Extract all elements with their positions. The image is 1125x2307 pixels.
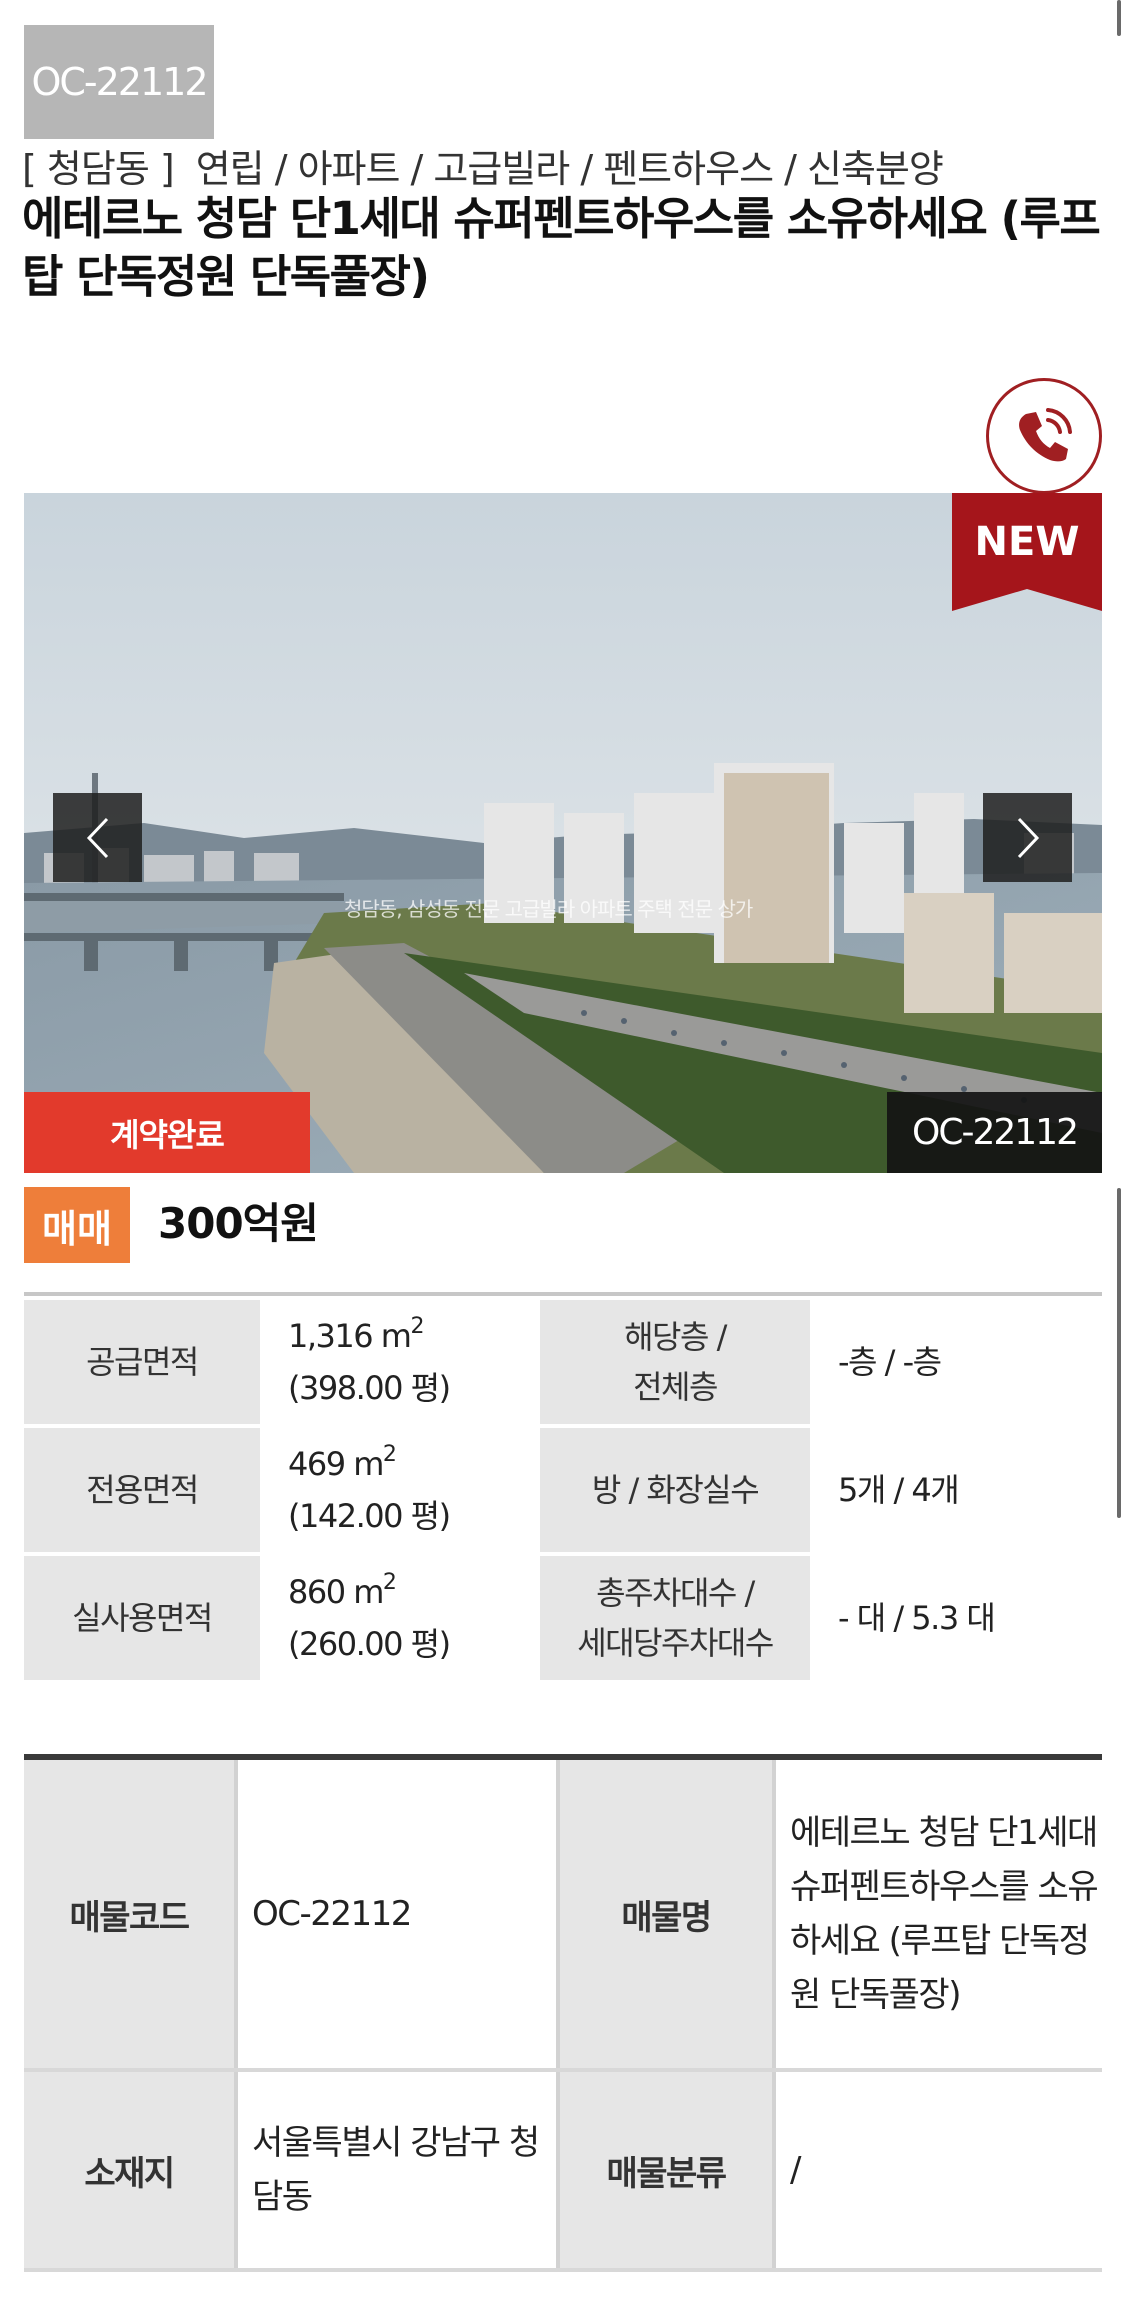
info-label: 매물명	[556, 1760, 776, 2072]
info-value: OC-22112	[236, 1760, 558, 2072]
spec-label-line: 해당층 /	[624, 1318, 727, 1356]
info-value: 에테르노 청담 단1세대 슈퍼펜트하우스를 소유하세요 (루프탑 단독정원 단독…	[774, 1760, 1102, 2072]
spec-row: 공급면적 1,316 m2 (398.00 평) 해당층 / 전체층 -층 / …	[24, 1300, 1102, 1424]
scrollbar-thumb[interactable]	[1117, 1188, 1121, 1518]
info-label: 소재지	[24, 2070, 238, 2272]
pyeong-value: (398.00 평)	[288, 1369, 451, 1407]
spec-label-line: 총주차대수 /	[596, 1574, 755, 1612]
pyeong-value: (142.00 평)	[288, 1497, 451, 1535]
phone-icon	[1019, 408, 1072, 462]
scrollbar-top-cap	[1117, 0, 1121, 36]
property-photo-image	[24, 493, 1102, 1173]
breadcrumb-region: [ 청담동 ]	[22, 147, 175, 191]
area-unit-exponent: 2	[382, 1570, 397, 1595]
spec-value: 1,316 m2 (398.00 평)	[260, 1300, 536, 1424]
photo-watermark: 청담동, 삼성동 전문 고급빌라 아파트 주택 전문 상가	[344, 897, 753, 921]
pyeong-value: (260.00 평)	[288, 1625, 451, 1663]
area-unit-exponent: 2	[382, 1442, 397, 1467]
listing-info-table: 매물코드 OC-22112 매물명 에테르노 청담 단1세대 슈퍼펜트하우스를 …	[24, 1760, 1102, 2272]
gallery-next-button[interactable]	[983, 793, 1072, 882]
spec-row: 실사용면적 860 m2 (260.00 평) 총주차대수 / 세대당주차대수 …	[24, 1556, 1102, 1680]
spec-value: 469 m2 (142.00 평)	[260, 1428, 536, 1552]
spec-label: 공급면적	[24, 1300, 260, 1424]
spec-label: 총주차대수 / 세대당주차대수	[540, 1556, 810, 1680]
spec-label: 실사용면적	[24, 1556, 260, 1680]
spec-value: -층 / -층	[810, 1300, 1102, 1424]
area-value: 860 m	[288, 1573, 384, 1611]
info-label: 매물분류	[556, 2070, 776, 2272]
area-value: 469 m	[288, 1445, 384, 1483]
listing-code: OC-22112	[31, 60, 208, 104]
gallery-prev-button[interactable]	[53, 793, 142, 882]
spec-label-line: 세대당주차대수	[577, 1624, 774, 1662]
scrollbar[interactable]	[1113, 0, 1125, 2307]
area-unit-exponent: 2	[410, 1314, 424, 1339]
status-badge: 계약완료	[24, 1092, 310, 1173]
info-row: 매물코드 OC-22112 매물명 에테르노 청담 단1세대 슈퍼펜트하우스를 …	[24, 1760, 1102, 2072]
spec-value: 5개 / 4개	[810, 1428, 1102, 1552]
price: 300억원	[158, 1199, 319, 1248]
spec-value: 860 m2 (260.00 평)	[260, 1556, 536, 1680]
spec-label: 방 / 화장실수	[540, 1428, 810, 1552]
breadcrumb: [ 청담동 ] 연립 / 아파트 / 고급빌라 / 펜트하우스 / 신축분양	[22, 138, 944, 193]
spec-table: 공급면적 1,316 m2 (398.00 평) 해당층 / 전체층 -층 / …	[24, 1296, 1102, 1684]
spec-label-line: 전체층	[633, 1368, 718, 1406]
info-value: /	[774, 2070, 1102, 2272]
spec-row: 전용면적 469 m2 (142.00 평) 방 / 화장실수 5개 / 4개	[24, 1428, 1102, 1552]
info-row: 소재지 서울특별시 강남구 청담동 매물분류 /	[24, 2070, 1102, 2272]
deal-type-badge: 매매	[24, 1187, 130, 1263]
info-label: 매물코드	[24, 1760, 238, 2072]
chevron-left-icon	[86, 817, 108, 858]
spec-label: 해당층 / 전체층	[540, 1300, 810, 1424]
area-value: 1,316 m	[288, 1317, 412, 1355]
info-value: 서울특별시 강남구 청담동	[236, 2070, 558, 2272]
breadcrumb-categories: 연립 / 아파트 / 고급빌라 / 펜트하우스 / 신축분양	[195, 147, 944, 191]
listing-code-box: OC-22112	[24, 25, 214, 139]
property-photo[interactable]: 청담동, 삼성동 전문 고급빌라 아파트 주택 전문 상가	[24, 493, 1102, 1173]
chevron-right-icon	[1017, 817, 1039, 858]
spec-label: 전용면적	[24, 1428, 260, 1552]
new-ribbon: NEW	[952, 493, 1102, 611]
image-code-label: OC-22112	[887, 1092, 1102, 1173]
spec-value: - 대 / 5.3 대	[810, 1556, 1102, 1680]
listing-title: 에테르노 청담 단1세대 슈퍼펜트하우스를 소유하세요 (루프탑 단독정원 단독…	[22, 192, 1101, 303]
call-button[interactable]	[986, 378, 1102, 494]
new-label: NEW	[974, 519, 1080, 565]
